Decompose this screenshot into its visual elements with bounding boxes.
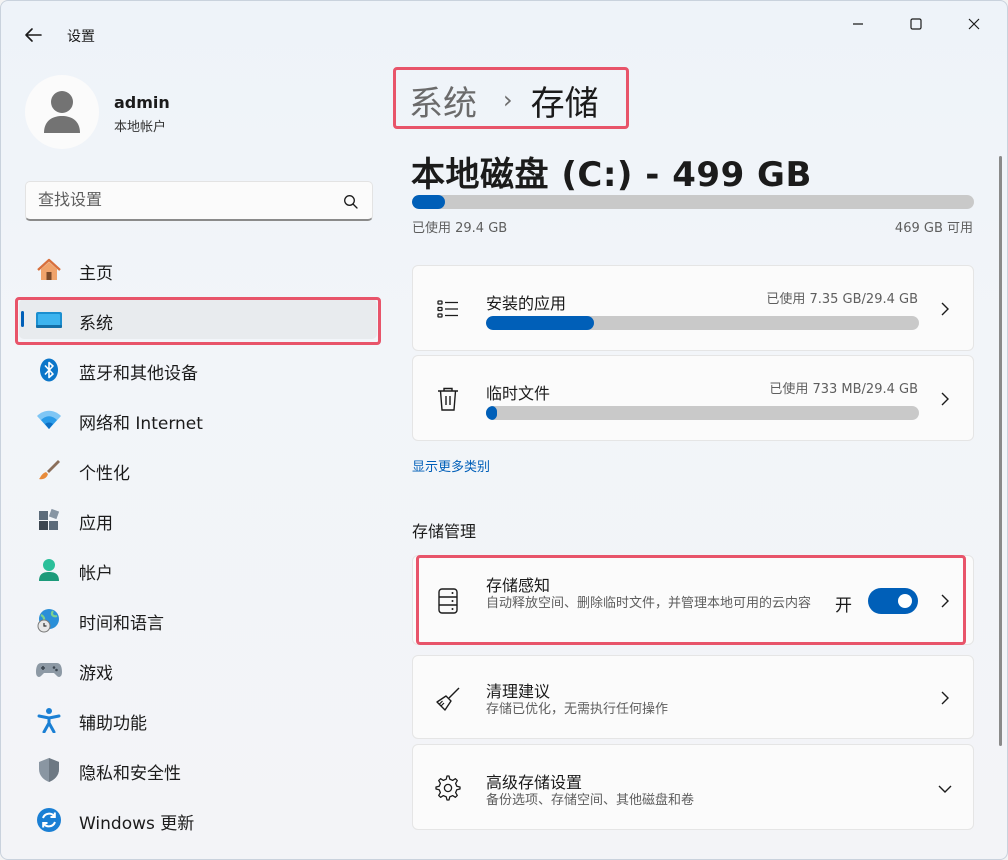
maximize-icon <box>910 18 922 30</box>
wifi-icon <box>35 409 63 431</box>
sidebar-item-label: 游戏 <box>79 664 113 684</box>
sidebar-item-system[interactable]: 系统 <box>19 299 377 339</box>
back-button[interactable] <box>21 23 45 47</box>
chevron-down-icon <box>938 785 952 793</box>
sidebar-item-label: 帐户 <box>79 564 113 584</box>
minimize-button[interactable] <box>835 9 881 39</box>
cleanup-description: 存储已优化，无需执行任何操作 <box>486 702 669 717</box>
chevron-right-icon <box>941 691 949 705</box>
category-usage-bar <box>486 406 919 420</box>
chevron-right-icon <box>941 594 949 608</box>
cleanup-title: 清理建议 <box>486 682 551 701</box>
sidebar-item-home[interactable]: 主页 <box>19 249 377 289</box>
update-icon <box>35 808 63 832</box>
sidebar-item-label: 网络和 Internet <box>79 414 203 434</box>
disk-title: 本地磁盘 (C:) - 499 GB <box>411 155 812 195</box>
category-installed-apps[interactable]: 安装的应用 已使用 7.35 GB/29.4 GB <box>412 265 974 351</box>
settings-window: 设置 admin 本地帐户 主页 <box>0 0 1008 860</box>
sidebar-item-label: 个性化 <box>79 464 130 484</box>
account-type: 本地帐户 <box>114 120 167 135</box>
close-button[interactable] <box>951 9 997 39</box>
sidebar-item-label: 隐私和安全性 <box>79 764 181 784</box>
show-more-categories-link[interactable]: 显示更多类别 <box>412 456 490 475</box>
home-icon <box>35 258 63 281</box>
sidebar-item-accessibility[interactable]: 辅助功能 <box>19 699 377 739</box>
apps-icon <box>35 508 63 531</box>
category-usage-bar-fill <box>486 316 595 330</box>
sidebar-nav: 主页 系统 蓝牙和其他设备 网络和 Internet 个性化 应用 帐户 时间和… <box>19 249 377 849</box>
trash-icon <box>435 386 461 412</box>
sidebar-item-gaming[interactable]: 游戏 <box>19 649 377 689</box>
selection-indicator <box>21 311 24 327</box>
sidebar-item-label: 辅助功能 <box>79 714 147 734</box>
sidebar-item-label: 应用 <box>79 514 113 534</box>
disk-used-label: 已使用 29.4 GB <box>412 221 508 236</box>
back-arrow-icon <box>25 28 42 42</box>
globe-clock-icon <box>35 609 63 633</box>
vertical-scrollbar[interactable] <box>999 156 1002 746</box>
system-icon <box>35 309 63 331</box>
storage-sense-title: 存储感知 <box>486 576 551 595</box>
disk-usage-bar-fill <box>412 195 446 209</box>
brush-icon <box>35 459 63 481</box>
storage-sense-toggle[interactable] <box>868 588 918 614</box>
gear-icon <box>435 775 461 801</box>
sidebar-item-bluetooth[interactable]: 蓝牙和其他设备 <box>19 349 377 389</box>
maximize-button[interactable] <box>893 9 939 39</box>
disk-usage-bar <box>412 195 974 209</box>
sidebar-item-apps[interactable]: 应用 <box>19 499 377 539</box>
toggle-knob <box>898 594 912 608</box>
user-name: admin <box>114 93 170 112</box>
sidebar-item-privacy[interactable]: 隐私和安全性 <box>19 749 377 789</box>
advanced-settings-description: 备份选项、存储空间、其他磁盘和卷 <box>486 793 695 808</box>
chevron-right-icon <box>941 392 949 406</box>
broom-icon <box>435 686 461 712</box>
category-usage-bar-fill <box>486 406 497 420</box>
sidebar-item-label: 主页 <box>79 264 113 284</box>
category-usage: 已使用 733 MB/29.4 GB <box>769 382 918 397</box>
disk-free-label: 469 GB 可用 <box>894 221 973 236</box>
storage-icon <box>435 588 461 614</box>
breadcrumb-parent[interactable]: 系统 <box>409 76 477 125</box>
search-icon[interactable] <box>343 194 359 210</box>
sidebar-item-windows-update[interactable]: Windows 更新 <box>19 799 377 839</box>
breadcrumb-separator: › <box>503 86 513 114</box>
advanced-storage-settings-card[interactable]: 高级存储设置 备份选项、存储空间、其他磁盘和卷 <box>412 744 974 830</box>
sidebar-item-time-language[interactable]: 时间和语言 <box>19 599 377 639</box>
breadcrumb: 系统 › 存储 <box>409 75 599 125</box>
accessibility-icon <box>35 708 63 733</box>
sidebar-item-network[interactable]: 网络和 Internet <box>19 399 377 439</box>
storage-sense-description: 自动释放空间、删除临时文件，并管理本地可用的云内容 <box>486 596 812 611</box>
sidebar-item-accounts[interactable]: 帐户 <box>19 549 377 589</box>
cleanup-recommendations-card[interactable]: 清理建议 存储已优化，无需执行任何操作 <box>412 655 974 739</box>
category-temp-files[interactable]: 临时文件 已使用 733 MB/29.4 GB <box>412 355 974 441</box>
storage-sense-toggle-label: 开 <box>835 596 852 616</box>
bluetooth-icon <box>35 358 63 382</box>
list-icon <box>435 296 461 322</box>
gamepad-icon <box>35 659 63 681</box>
user-avatar-icon <box>44 91 80 133</box>
sidebar-item-label: 蓝牙和其他设备 <box>79 364 198 384</box>
avatar[interactable] <box>25 75 99 149</box>
category-usage-bar <box>486 316 919 330</box>
sidebar-item-personalization[interactable]: 个性化 <box>19 449 377 489</box>
search-input[interactable] <box>38 190 338 209</box>
category-title: 临时文件 <box>486 384 551 403</box>
chevron-right-icon <box>941 302 949 316</box>
account-icon <box>35 559 63 581</box>
minimize-icon <box>853 23 863 25</box>
sidebar-item-label: 时间和语言 <box>79 614 164 634</box>
close-icon <box>968 18 980 30</box>
shield-icon <box>35 758 63 782</box>
advanced-settings-title: 高级存储设置 <box>486 773 583 792</box>
category-title: 安装的应用 <box>486 294 567 313</box>
storage-management-heading: 存储管理 <box>412 522 477 541</box>
category-usage: 已使用 7.35 GB/29.4 GB <box>766 292 918 307</box>
sidebar-item-label: 系统 <box>79 314 113 334</box>
sidebar-item-label: Windows 更新 <box>79 814 195 834</box>
title-bar: 设置 <box>1 1 1007 61</box>
search-box[interactable] <box>25 181 373 221</box>
page-title: 存储 <box>530 83 599 124</box>
app-title: 设置 <box>67 29 95 45</box>
